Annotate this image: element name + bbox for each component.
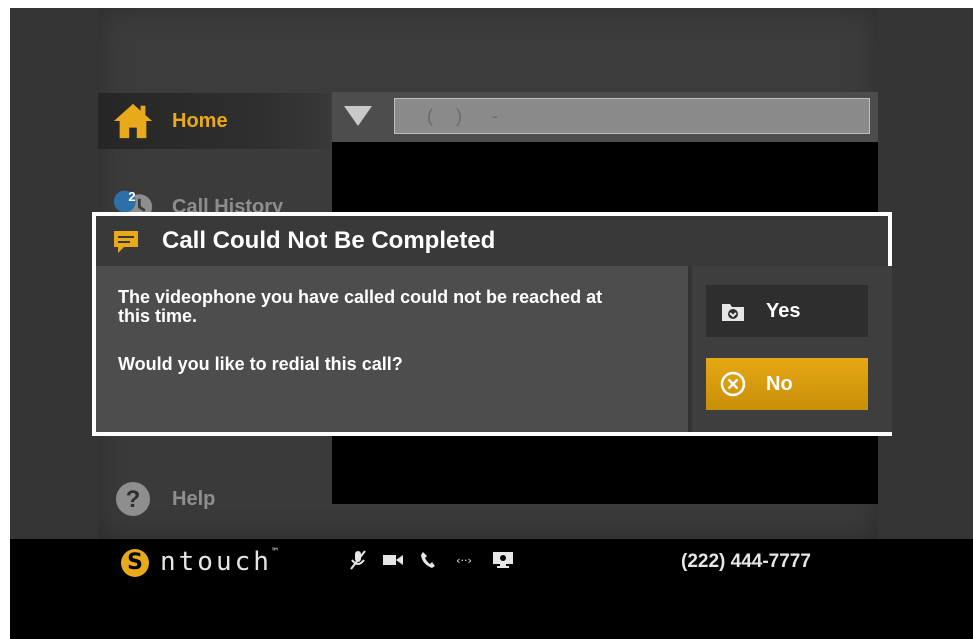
dialog-body: The videophone you have called could not… — [96, 266, 688, 432]
trademark-symbol: ™ — [271, 547, 278, 558]
svg-text:?: ? — [126, 486, 141, 513]
brand-text: ntouch — [160, 547, 272, 577]
message-icon — [112, 229, 140, 260]
dropdown-arrow-icon[interactable] — [344, 106, 372, 126]
close-circle-icon — [720, 371, 746, 397]
help-icon: ? — [112, 478, 154, 520]
dialog-title: Call Could Not Be Completed — [162, 227, 496, 254]
phone-icon — [420, 551, 436, 574]
monitor-icon — [492, 551, 514, 574]
sidebar-item-help[interactable]: ? Help — [98, 471, 330, 527]
yes-button[interactable]: Yes — [706, 285, 868, 337]
dial-number-input[interactable]: ( ) - — [394, 98, 870, 134]
video-camera-icon — [382, 552, 404, 573]
sidebar-item-label: Help — [172, 487, 216, 510]
svg-text:‹··›: ‹··› — [456, 554, 472, 567]
frame-left — [10, 8, 98, 539]
own-phone-number: (222) 444-7777 — [681, 551, 811, 572]
no-button-label: No — [766, 372, 793, 395]
call-history-badge: 2 — [128, 189, 136, 204]
brand-name: ntouch™ — [160, 547, 278, 577]
yes-button-label: Yes — [766, 299, 801, 322]
dialog-actions: Yes No — [688, 266, 892, 432]
dialog-question: Would you like to redial this call? — [118, 354, 403, 374]
no-button[interactable]: No — [706, 358, 868, 410]
brand-logo-icon: S — [121, 549, 149, 577]
status-bar: S ntouch™ ‹··› (222) 444-7777 — [10, 539, 973, 639]
frame-right — [878, 8, 973, 539]
sidebar-item-home[interactable]: Home — [98, 93, 330, 149]
home-icon — [112, 100, 154, 142]
dialog-header: Call Could Not Be Completed — [96, 216, 888, 266]
status-icons: ‹··› — [350, 549, 514, 575]
mic-muted-icon — [350, 549, 366, 575]
redial-folder-icon — [720, 298, 746, 324]
dialog-message: The videophone you have called could not… — [118, 287, 603, 326]
network-icon: ‹··› — [452, 553, 476, 572]
call-failed-dialog: Call Could Not Be Completed The videopho… — [92, 212, 892, 436]
dial-bar: ( ) - — [332, 92, 878, 142]
sidebar-item-label: Home — [172, 109, 228, 132]
